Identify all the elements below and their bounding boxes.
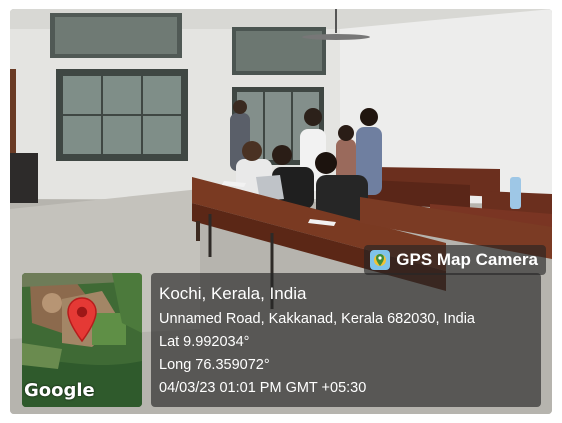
- location-pin-icon: [67, 297, 97, 343]
- gps-map-camera-label: GPS Map Camera: [396, 250, 538, 269]
- longitude-line: Long 76.359072°: [159, 357, 270, 373]
- gps-info-panel: Kochi, Kerala, India Unnamed Road, Kakka…: [151, 273, 541, 407]
- google-logo: Google: [24, 380, 95, 401]
- gps-map-camera-logo-icon: [370, 250, 391, 270]
- map-thumbnail: Google: [22, 273, 142, 407]
- location-title: Kochi, Kerala, India: [159, 284, 307, 303]
- gps-map-camera-badge: GPS Map Camera: [364, 245, 546, 275]
- address-line: Unnamed Road, Kakkanad, Kerala 682030, I…: [159, 311, 475, 327]
- latitude-line: Lat 9.992034°: [159, 334, 250, 350]
- datetime-line: 04/03/23 01:01 PM GMT +05:30: [159, 380, 367, 396]
- photo-frame: GPS Map Camera Google Kochi, Kerala, Ind…: [10, 9, 552, 414]
